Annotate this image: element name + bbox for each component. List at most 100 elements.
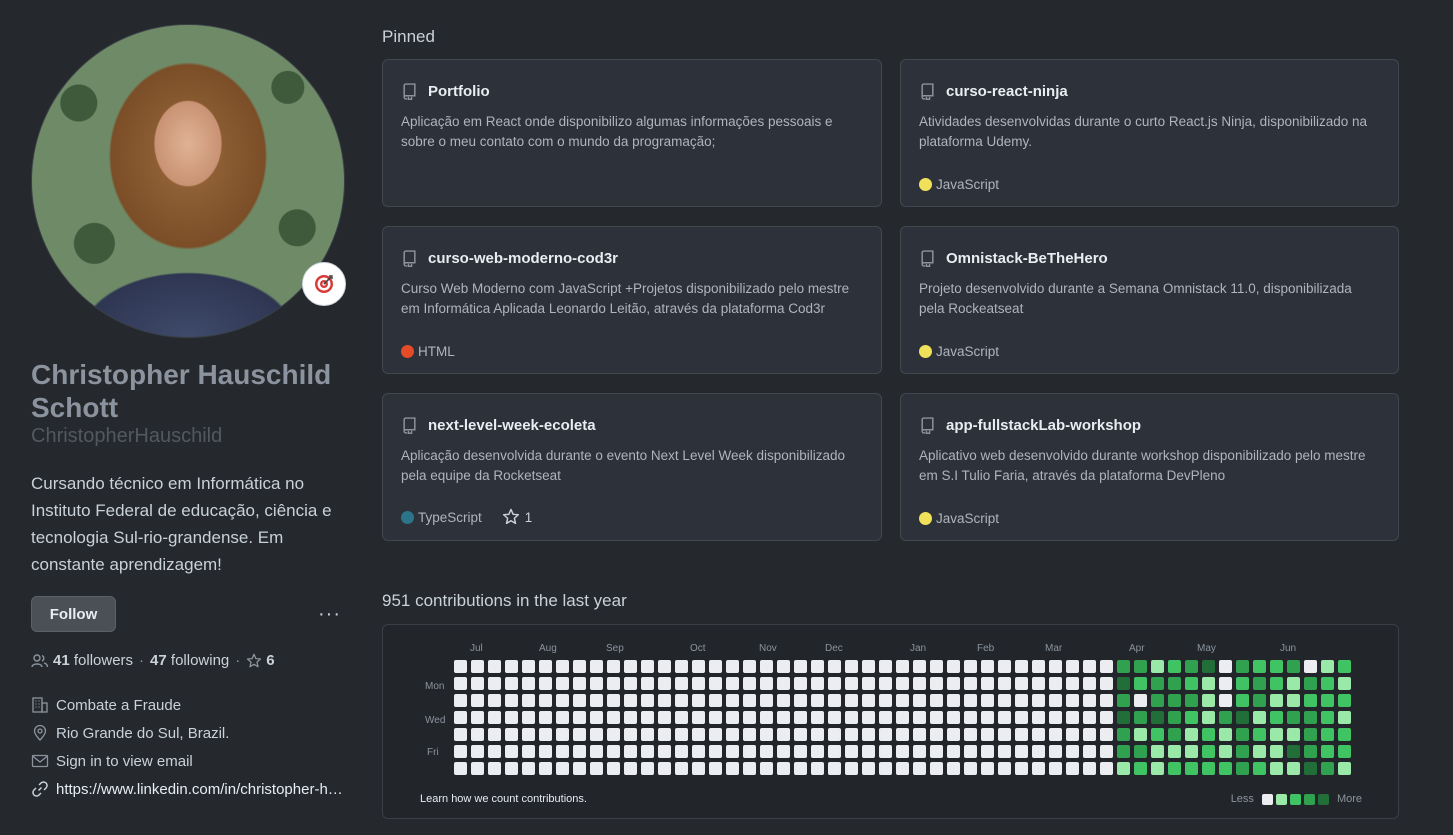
contribution-day-cell[interactable] [811,728,824,741]
contribution-day-cell[interactable] [573,677,586,690]
contribution-day-cell[interactable] [522,728,535,741]
contribution-day-cell[interactable] [1270,728,1283,741]
contribution-day-cell[interactable] [624,694,637,707]
contribution-day-cell[interactable] [1134,711,1147,724]
contribution-day-cell[interactable] [930,677,943,690]
contribution-day-cell[interactable] [879,677,892,690]
contribution-day-cell[interactable] [675,711,688,724]
contribution-day-cell[interactable] [1338,660,1351,673]
contribution-day-cell[interactable] [454,762,467,775]
contribution-day-cell[interactable] [1032,728,1045,741]
contribution-day-cell[interactable] [1168,728,1181,741]
contribution-day-cell[interactable] [1236,660,1249,673]
contribution-day-cell[interactable] [879,728,892,741]
contribution-day-cell[interactable] [1015,660,1028,673]
contribution-day-cell[interactable] [1151,677,1164,690]
contribution-day-cell[interactable] [1049,660,1062,673]
contribution-day-cell[interactable] [1202,677,1215,690]
contribution-day-cell[interactable] [811,762,824,775]
contribution-day-cell[interactable] [454,694,467,707]
repo-name-link[interactable]: curso-web-moderno-cod3r [428,250,618,267]
contribution-day-cell[interactable] [522,694,535,707]
pinned-repo-card[interactable]: app-fullstackLab-workshop Aplicativo web … [900,393,1399,541]
contribution-day-cell[interactable] [1100,728,1113,741]
contribution-day-cell[interactable] [743,728,756,741]
contribution-day-cell[interactable] [1168,660,1181,673]
contribution-day-cell[interactable] [1185,762,1198,775]
contribution-day-cell[interactable] [471,694,484,707]
contribution-day-cell[interactable] [1117,762,1130,775]
contribution-day-cell[interactable] [913,694,926,707]
contribution-day-cell[interactable] [1066,677,1079,690]
contribution-day-cell[interactable] [709,762,722,775]
contribution-day-cell[interactable] [743,694,756,707]
contribution-day-cell[interactable] [709,745,722,758]
contribution-day-cell[interactable] [1219,711,1232,724]
contribution-day-cell[interactable] [590,677,603,690]
contribution-day-cell[interactable] [896,745,909,758]
repo-name-link[interactable]: curso-react-ninja [946,83,1068,100]
contribution-day-cell[interactable] [845,762,858,775]
contribution-day-cell[interactable] [692,694,705,707]
contribution-day-cell[interactable] [811,745,824,758]
contribution-day-cell[interactable] [641,745,654,758]
contribution-day-cell[interactable] [1304,694,1317,707]
contribution-day-cell[interactable] [709,694,722,707]
contribution-day-cell[interactable] [896,660,909,673]
contribution-day-cell[interactable] [607,694,620,707]
website-link[interactable]: https://www.linkedin.com/in/christopher-… [56,781,345,798]
contribution-day-cell[interactable] [505,660,518,673]
contribution-day-cell[interactable] [930,728,943,741]
contribution-day-cell[interactable] [488,711,501,724]
contribution-day-cell[interactable] [692,762,705,775]
contribution-day-cell[interactable] [760,677,773,690]
contribution-day-cell[interactable] [1032,677,1045,690]
contribution-day-cell[interactable] [641,694,654,707]
contribution-day-cell[interactable] [998,694,1011,707]
contribution-day-cell[interactable] [1134,728,1147,741]
contribution-day-cell[interactable] [556,677,569,690]
contribution-day-cell[interactable] [522,660,535,673]
contribution-day-cell[interactable] [1287,745,1300,758]
contribution-day-cell[interactable] [658,711,671,724]
contribution-day-cell[interactable] [981,728,994,741]
contribution-day-cell[interactable] [1338,745,1351,758]
contribution-day-cell[interactable] [624,728,637,741]
contribution-day-cell[interactable] [1185,745,1198,758]
contribution-day-cell[interactable] [913,711,926,724]
contribution-day-cell[interactable] [777,728,790,741]
contribution-day-cell[interactable] [1185,694,1198,707]
contribution-day-cell[interactable] [590,762,603,775]
contribution-day-cell[interactable] [641,660,654,673]
contribution-day-cell[interactable] [930,745,943,758]
contribution-day-cell[interactable] [726,694,739,707]
contribution-day-cell[interactable] [1049,677,1062,690]
contribution-day-cell[interactable] [930,660,943,673]
contribution-day-cell[interactable] [811,677,824,690]
contribution-day-cell[interactable] [1083,694,1096,707]
contribution-day-cell[interactable] [1287,694,1300,707]
contribution-day-cell[interactable] [692,711,705,724]
contribution-day-cell[interactable] [1185,677,1198,690]
contribution-day-cell[interactable] [981,762,994,775]
contribution-day-cell[interactable] [505,728,518,741]
contribution-day-cell[interactable] [896,711,909,724]
contribution-day-cell[interactable] [573,694,586,707]
contribution-day-cell[interactable] [947,677,960,690]
pinned-repo-card[interactable]: curso-web-moderno-cod3r Curso Web Moderno… [382,226,882,374]
contribution-day-cell[interactable] [505,762,518,775]
contribution-day-cell[interactable] [1134,694,1147,707]
contribution-day-cell[interactable] [658,694,671,707]
contribution-day-cell[interactable] [505,711,518,724]
contribution-day-cell[interactable] [760,728,773,741]
contribution-day-cell[interactable] [1253,745,1266,758]
repo-name-link[interactable]: next-level-week-ecoleta [428,417,596,434]
contribution-day-cell[interactable] [1321,728,1334,741]
contribution-day-cell[interactable] [777,711,790,724]
contribution-day-cell[interactable] [794,694,807,707]
contribution-day-cell[interactable] [709,711,722,724]
contribution-day-cell[interactable] [845,711,858,724]
contribution-day-cell[interactable] [573,745,586,758]
contribution-day-cell[interactable] [1015,745,1028,758]
contribution-day-cell[interactable] [1015,728,1028,741]
